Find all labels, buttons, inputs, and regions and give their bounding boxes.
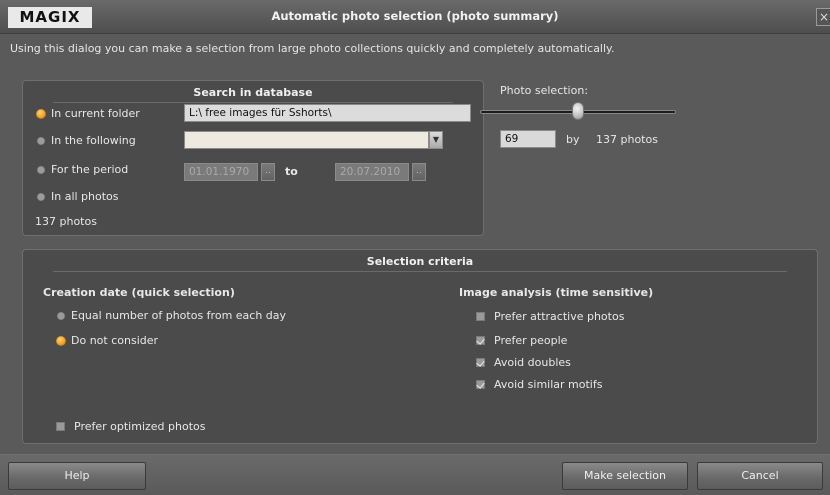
- checkbox-label: Avoid doubles: [494, 356, 571, 369]
- criteria-panel: Selection criteria Creation date (quick …: [22, 249, 818, 444]
- checkbox-label: Prefer attractive photos: [494, 310, 625, 323]
- photo-count: 137 photos: [35, 215, 97, 228]
- intro-text: Using this dialog you can make a selecti…: [10, 42, 615, 55]
- button-bar: Help Make selection Cancel: [0, 454, 830, 495]
- dialog-title: Automatic photo selection (photo summary…: [271, 9, 559, 23]
- following-combo[interactable]: [184, 131, 429, 149]
- photo-selection-count-field[interactable]: 69: [500, 130, 556, 148]
- slider-handle[interactable]: [572, 102, 584, 120]
- radio-icon: [37, 165, 45, 174]
- checkbox-avoid-doubles[interactable]: Avoid doubles: [476, 356, 571, 369]
- checkbox-avoid-similar[interactable]: Avoid similar motifs: [476, 378, 602, 391]
- period-to-field[interactable]: 20.07.2010: [335, 163, 409, 181]
- period-from-field[interactable]: 01.01.1970: [184, 163, 258, 181]
- checkbox-icon: [476, 336, 485, 345]
- cancel-button[interactable]: Cancel: [697, 462, 823, 490]
- divider: [53, 271, 787, 272]
- search-heading: Search in database: [193, 86, 313, 99]
- checkbox-icon: [476, 380, 485, 389]
- close-icon[interactable]: ×: [816, 8, 830, 26]
- by-label: by: [566, 133, 580, 146]
- radio-equal-per-day[interactable]: Equal number of photos from each day: [57, 309, 286, 322]
- date-picker-button[interactable]: ..: [412, 163, 426, 181]
- radio-do-not-consider[interactable]: Do not consider: [56, 334, 158, 347]
- checkbox-prefer-attractive[interactable]: Prefer attractive photos: [476, 310, 624, 323]
- help-button[interactable]: Help: [8, 462, 146, 490]
- title-bar: MAGIX Automatic photo selection (photo s…: [0, 0, 830, 34]
- radio-label: In the following: [51, 134, 136, 147]
- total-photos-label: 137 photos: [596, 133, 658, 146]
- chevron-down-icon[interactable]: ▼: [429, 131, 443, 149]
- checkbox-label: Avoid similar motifs: [494, 378, 603, 391]
- checkbox-icon: [56, 422, 65, 431]
- radio-icon: [36, 108, 46, 119]
- radio-icon: [37, 136, 45, 145]
- radio-label: Equal number of photos from each day: [71, 309, 287, 322]
- radio-label: For the period: [51, 163, 129, 176]
- period-to-label: to: [285, 165, 298, 178]
- radio-label: Do not consider: [71, 334, 159, 347]
- radio-icon: [56, 335, 66, 346]
- radio-label: In current folder: [51, 107, 140, 120]
- checkbox-icon: [476, 312, 485, 321]
- checkbox-prefer-optimized[interactable]: Prefer optimized photos: [56, 420, 205, 433]
- criteria-heading: Selection criteria: [366, 255, 474, 268]
- radio-all-photos[interactable]: In all photos: [37, 190, 119, 203]
- radio-following[interactable]: In the following: [37, 134, 136, 147]
- date-picker-button[interactable]: ..: [261, 163, 275, 181]
- checkbox-icon: [476, 358, 485, 367]
- photo-selection-label: Photo selection:: [500, 84, 589, 97]
- folder-path-field[interactable]: L:\ free images für Sshorts\: [184, 104, 471, 122]
- radio-current-folder[interactable]: In current folder: [36, 107, 140, 120]
- radio-icon: [37, 192, 45, 201]
- image-analysis-heading: Image analysis (time sensitive): [459, 286, 654, 299]
- checkbox-label: Prefer people: [494, 334, 568, 347]
- radio-label: In all photos: [51, 190, 119, 203]
- checkbox-label: Prefer optimized photos: [74, 420, 206, 433]
- make-selection-button[interactable]: Make selection: [562, 462, 688, 490]
- radio-icon: [57, 311, 65, 320]
- search-panel: Search in database In current folder In …: [22, 80, 484, 236]
- radio-period[interactable]: For the period: [37, 163, 128, 176]
- creation-date-heading: Creation date (quick selection): [43, 286, 235, 299]
- checkbox-prefer-people[interactable]: Prefer people: [476, 334, 567, 347]
- divider: [53, 102, 453, 103]
